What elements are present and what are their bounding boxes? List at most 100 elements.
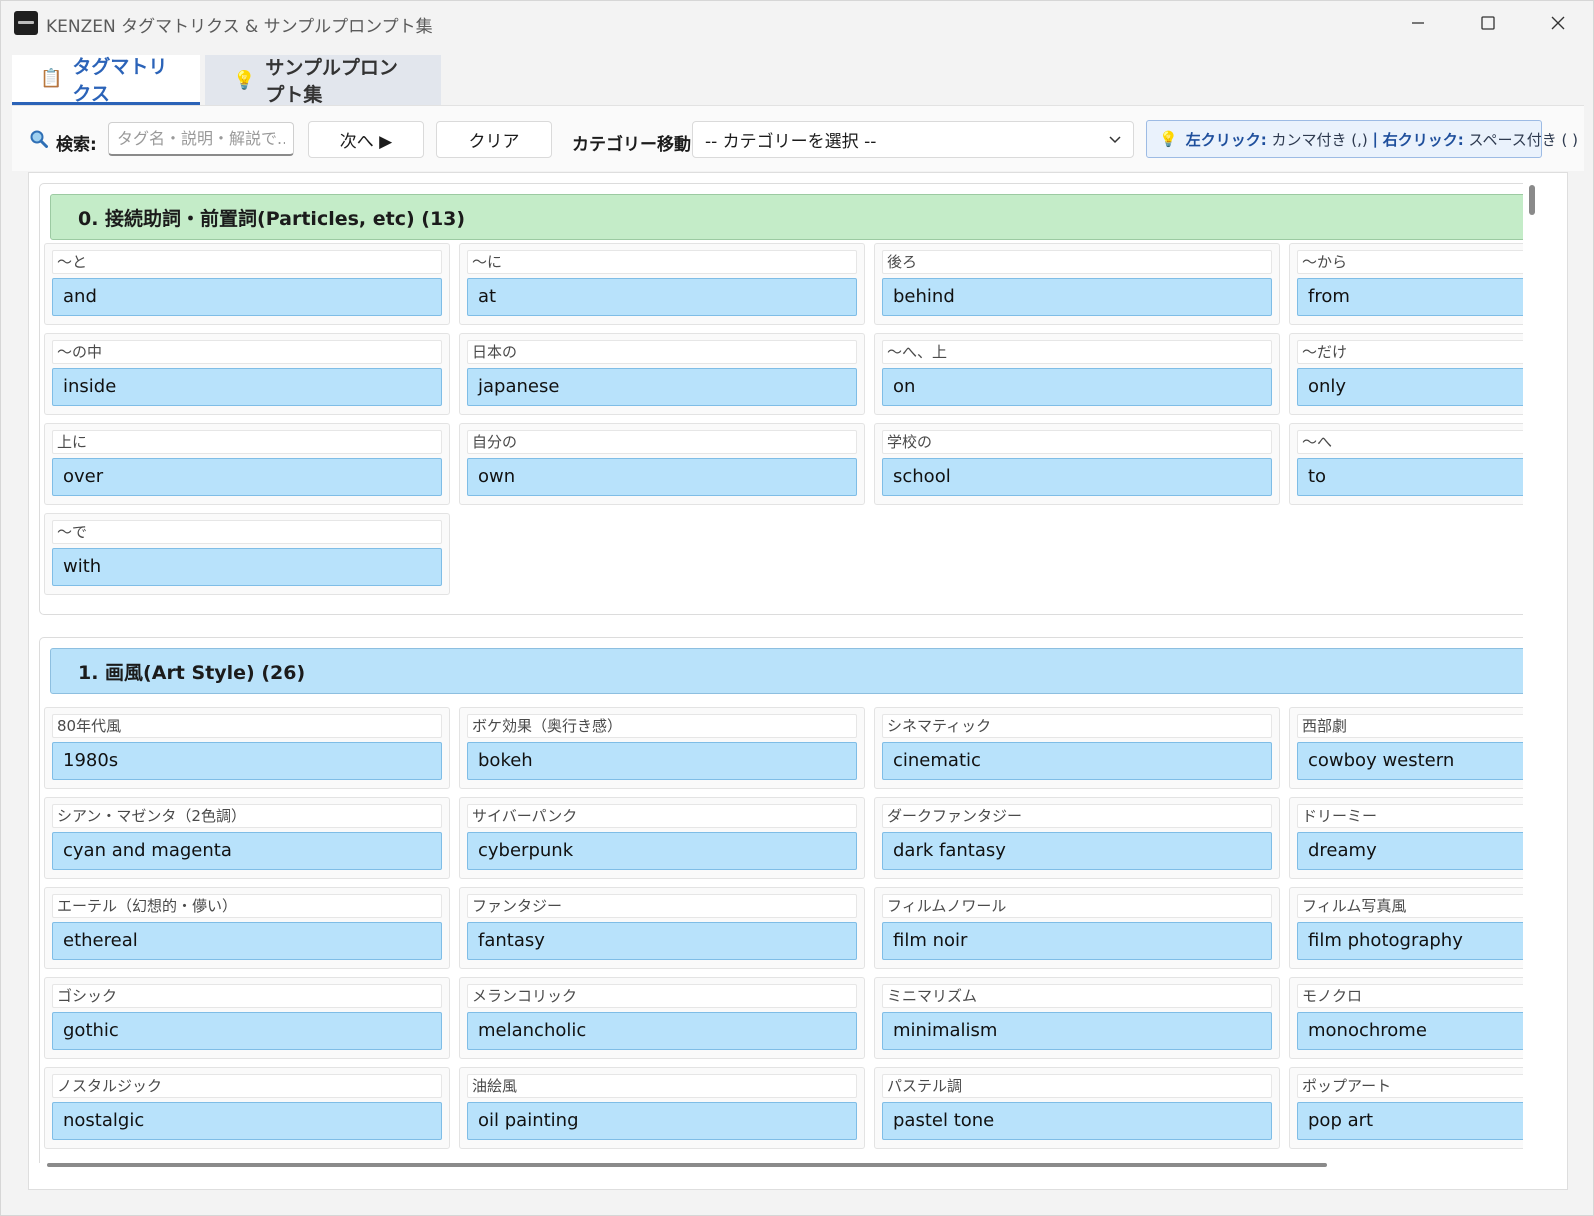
tag-jp-label: シネマティック — [882, 714, 1272, 738]
tag-jp-label: 〜へ — [1297, 430, 1523, 454]
tag-button[interactable]: own — [467, 458, 857, 496]
tag-jp-label: ドリーミー — [1297, 804, 1523, 828]
tag-button[interactable]: cowboy western — [1297, 742, 1523, 780]
tag-button[interactable]: with — [52, 548, 442, 586]
tag-button[interactable]: school — [882, 458, 1272, 496]
tag-jp-label: 日本の — [467, 340, 857, 364]
tag-card: モノクロ monochrome — [1289, 977, 1523, 1059]
tag-button[interactable]: from — [1297, 278, 1523, 316]
tag-button[interactable]: to — [1297, 458, 1523, 496]
tag-button[interactable]: japanese — [467, 368, 857, 406]
tag-jp-label: モノクロ — [1297, 984, 1523, 1008]
category-header: 0. 接続助詞・前置詞(Particles, etc) (13) — [50, 194, 1523, 240]
tag-card: 後ろ behind — [874, 243, 1280, 325]
close-button[interactable] — [1535, 9, 1581, 37]
tag-card: 〜へ、上 on — [874, 333, 1280, 415]
tag-button[interactable]: 1980s — [52, 742, 442, 780]
hint-left-label: 左クリック: — [1185, 130, 1267, 149]
lightbulb-icon: 💡 — [1159, 130, 1178, 148]
tag-button[interactable]: gothic — [52, 1012, 442, 1050]
tag-jp-label: 自分の — [467, 430, 857, 454]
tag-jp-label: 〜と — [52, 250, 442, 274]
hint-right-label: 右クリック: — [1382, 130, 1464, 149]
category-select[interactable]: -- カテゴリーを選択 -- — [692, 121, 1134, 158]
tag-card: シネマティック cinematic — [874, 707, 1280, 789]
tag-button[interactable]: over — [52, 458, 442, 496]
category-section: 0. 接続助詞・前置詞(Particles, etc) (13) 〜と and 〜… — [39, 183, 1523, 615]
tag-jp-label: 西部劇 — [1297, 714, 1523, 738]
tag-button[interactable]: inside — [52, 368, 442, 406]
tag-card: 〜へ to — [1289, 423, 1523, 505]
tag-jp-label: フィルム写真風 — [1297, 894, 1523, 918]
tag-card: 〜と and — [44, 243, 450, 325]
tag-card: 西部劇 cowboy western — [1289, 707, 1523, 789]
tag-jp-label: パステル調 — [882, 1074, 1272, 1098]
tag-card: ダークファンタジー dark fantasy — [874, 797, 1280, 879]
tag-button[interactable]: film noir — [882, 922, 1272, 960]
tag-jp-label: シアン・マゼンタ（2色調） — [52, 804, 442, 828]
tag-button[interactable]: cyan and magenta — [52, 832, 442, 870]
tag-button[interactable]: behind — [882, 278, 1272, 316]
hint-right-text: スペース付き ( ) — [1468, 130, 1578, 149]
category-label: カテゴリー移動: — [572, 135, 698, 155]
horizontal-scrollbar[interactable] — [47, 1163, 1327, 1167]
tag-jp-label: 学校の — [882, 430, 1272, 454]
tag-card: シアン・マゼンタ（2色調） cyan and magenta — [44, 797, 450, 879]
tag-button[interactable]: dark fantasy — [882, 832, 1272, 870]
close-icon — [1551, 16, 1565, 30]
tag-button[interactable]: on — [882, 368, 1272, 406]
maximize-icon — [1481, 16, 1495, 30]
next-button[interactable]: 次へ ▶ — [308, 121, 424, 158]
tag-card: 日本の japanese — [459, 333, 865, 415]
vertical-scrollbar[interactable] — [1529, 185, 1535, 215]
tag-card: ノスタルジック nostalgic — [44, 1067, 450, 1149]
tag-button[interactable]: cyberpunk — [467, 832, 857, 870]
minimize-icon — [1412, 22, 1424, 24]
tag-card: ミニマリズム minimalism — [874, 977, 1280, 1059]
tag-button[interactable]: nostalgic — [52, 1102, 442, 1140]
tag-button[interactable]: at — [467, 278, 857, 316]
category-header: 1. 画風(Art Style) (26) — [50, 648, 1523, 694]
window-title: KENZEN タグマトリクス & サンプルプロンプト集 — [46, 17, 433, 37]
tag-card: パステル調 pastel tone — [874, 1067, 1280, 1149]
clipboard-icon: 📋 — [40, 68, 63, 89]
tag-button[interactable]: oil painting — [467, 1102, 857, 1140]
tag-button[interactable]: monochrome — [1297, 1012, 1523, 1050]
tag-button[interactable]: film photography — [1297, 922, 1523, 960]
tag-matrix-panel: 0. 接続助詞・前置詞(Particles, etc) (13) 〜と and 〜… — [28, 172, 1568, 1190]
tag-button[interactable]: pop art — [1297, 1102, 1523, 1140]
chevron-down-icon — [1109, 136, 1121, 144]
tag-button[interactable]: pastel tone — [882, 1102, 1272, 1140]
tab-tag-matrix[interactable]: 📋 タグマトリクス — [12, 55, 200, 105]
tag-button[interactable]: bokeh — [467, 742, 857, 780]
tag-jp-label: サイバーパンク — [467, 804, 857, 828]
tag-jp-label: ファンタジー — [467, 894, 857, 918]
tag-card: メランコリック melancholic — [459, 977, 865, 1059]
tag-jp-label: 上に — [52, 430, 442, 454]
maximize-button[interactable] — [1465, 9, 1511, 37]
tag-jp-label: 〜に — [467, 250, 857, 274]
tag-card: 〜から from — [1289, 243, 1523, 325]
tag-jp-label: ダークファンタジー — [882, 804, 1272, 828]
tab-bar: 📋 タグマトリクス 💡 サンプルプロンプト集 — [12, 53, 446, 106]
click-hint-banner: 💡 左クリック: カンマ付き (,) | 右クリック: スペース付き ( ) — [1146, 120, 1578, 158]
category-section: 1. 画風(Art Style) (26) 80年代風 1980s ボケ効果（奥行… — [39, 637, 1523, 1163]
tag-jp-label: エーテル（幻想的・儚い） — [52, 894, 442, 918]
app-logo-icon — [14, 11, 38, 35]
tag-button[interactable]: fantasy — [467, 922, 857, 960]
tag-card: 油絵風 oil painting — [459, 1067, 865, 1149]
tag-button[interactable]: minimalism — [882, 1012, 1272, 1050]
tag-card: 上に over — [44, 423, 450, 505]
tag-card: エーテル（幻想的・儚い） ethereal — [44, 887, 450, 969]
tag-button[interactable]: and — [52, 278, 442, 316]
clear-button[interactable]: クリア — [436, 121, 552, 158]
tag-button[interactable]: ethereal — [52, 922, 442, 960]
scroll-area[interactable]: 0. 接続助詞・前置詞(Particles, etc) (13) 〜と and 〜… — [29, 173, 1523, 1163]
minimize-button[interactable] — [1395, 9, 1441, 37]
tag-button[interactable]: dreamy — [1297, 832, 1523, 870]
tab-sample-prompts[interactable]: 💡 サンプルプロンプト集 — [205, 55, 441, 106]
tag-button[interactable]: only — [1297, 368, 1523, 406]
tag-button[interactable]: cinematic — [882, 742, 1272, 780]
search-input[interactable] — [108, 122, 294, 156]
tag-button[interactable]: melancholic — [467, 1012, 857, 1050]
